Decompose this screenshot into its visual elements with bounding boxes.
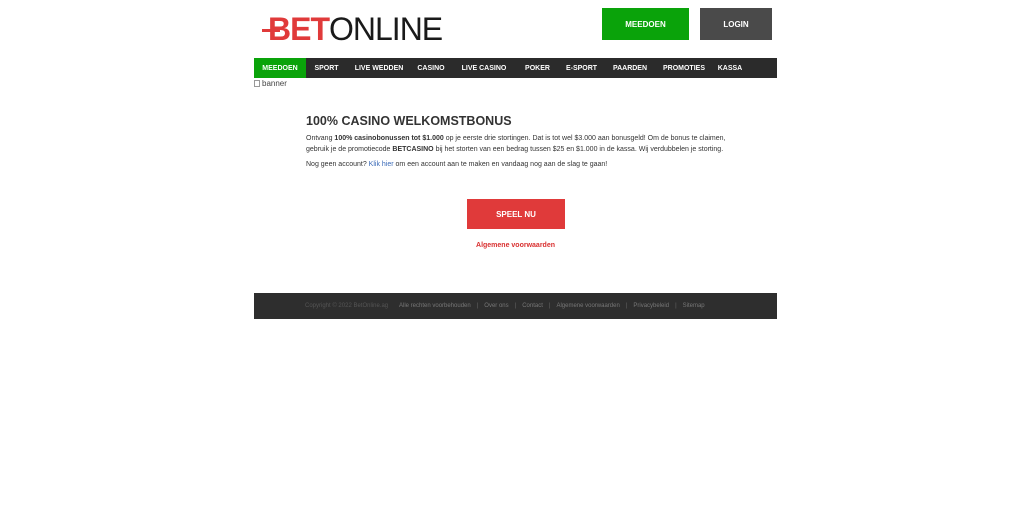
footer-link-contact[interactable]: Contact (516, 303, 549, 309)
terms-link[interactable]: Algemene voorwaarden (254, 242, 777, 249)
banner-image: banner (254, 79, 287, 88)
logo-online-text: ONLINE (329, 10, 443, 47)
nav-item-casino[interactable]: CASINO (411, 58, 451, 78)
nav-item-e-sport[interactable]: E-SPORT (558, 58, 605, 78)
login-button[interactable]: LOGIN (700, 8, 772, 40)
nav-item-live-wedden[interactable]: LIVE WEDDEN (347, 58, 411, 78)
footer: Copyright © 2022 BetOnline.ag Alle recht… (254, 293, 777, 319)
nav-item-kassa[interactable]: KASSA (713, 58, 747, 78)
signup-text: Nog geen account? (306, 161, 369, 168)
broken-image-icon (254, 80, 260, 87)
footer-links: Alle rechten voorbehouden | Over ons | C… (393, 303, 711, 309)
nav-item-sport[interactable]: SPORT (306, 58, 347, 78)
nav-item-paarden[interactable]: PAARDEN (605, 58, 655, 78)
header: BET ONLINE MEEDOEN LOGIN (254, 0, 777, 58)
signup-text: om een account aan te maken en vandaag n… (393, 161, 608, 168)
promo-text: Ontvang (306, 135, 335, 142)
promo-description: Ontvang 100% casinobonussen tot $1.000 o… (306, 134, 726, 155)
nav-item-poker[interactable]: POKER (517, 58, 558, 78)
main-nav: MEEDOEN SPORT LIVE WEDDEN CASINO LIVE CA… (254, 58, 777, 78)
page-wrapper: BET ONLINE MEEDOEN LOGIN MEEDOEN SPORT LI… (254, 0, 777, 319)
play-now-button[interactable]: SPEEL NU (467, 199, 565, 229)
footer-link-privacy[interactable]: Privacybeleid (627, 303, 675, 309)
footer-copyright: Copyright © 2022 BetOnline.ag (305, 303, 389, 309)
page-title: 100% CASINO WELKOMSTBONUS (306, 114, 512, 128)
footer-link-sitemap[interactable]: Sitemap (677, 303, 711, 309)
nav-item-live-casino[interactable]: LIVE CASINO (451, 58, 517, 78)
footer-link-rights[interactable]: Alle rechten voorbehouden (393, 303, 477, 309)
promo-highlight: 100% casinobonussen tot $1.000 (334, 135, 444, 142)
footer-link-terms[interactable]: Algemene voorwaarden (550, 303, 625, 309)
promo-content: 100% CASINO WELKOMSTBONUS Ontvang 100% c… (306, 114, 726, 171)
promo-text: bij het storten van een bedrag tussen $2… (433, 145, 724, 153)
signup-prompt: Nog geen account? Klik hier om een accou… (306, 160, 726, 171)
betonline-logo[interactable]: BET ONLINE (262, 10, 443, 47)
nav-item-promoties[interactable]: PROMOTIES (655, 58, 713, 78)
logo-accent-bar (262, 29, 280, 32)
banner-alt-text: banner (262, 79, 287, 88)
promo-code: BETCASINO (392, 145, 434, 153)
signup-link[interactable]: Klik hier (369, 161, 394, 168)
footer-link-about[interactable]: Over ons (478, 303, 514, 309)
nav-item-meedoen[interactable]: MEEDOEN (254, 58, 306, 78)
join-button[interactable]: MEEDOEN (602, 8, 689, 40)
